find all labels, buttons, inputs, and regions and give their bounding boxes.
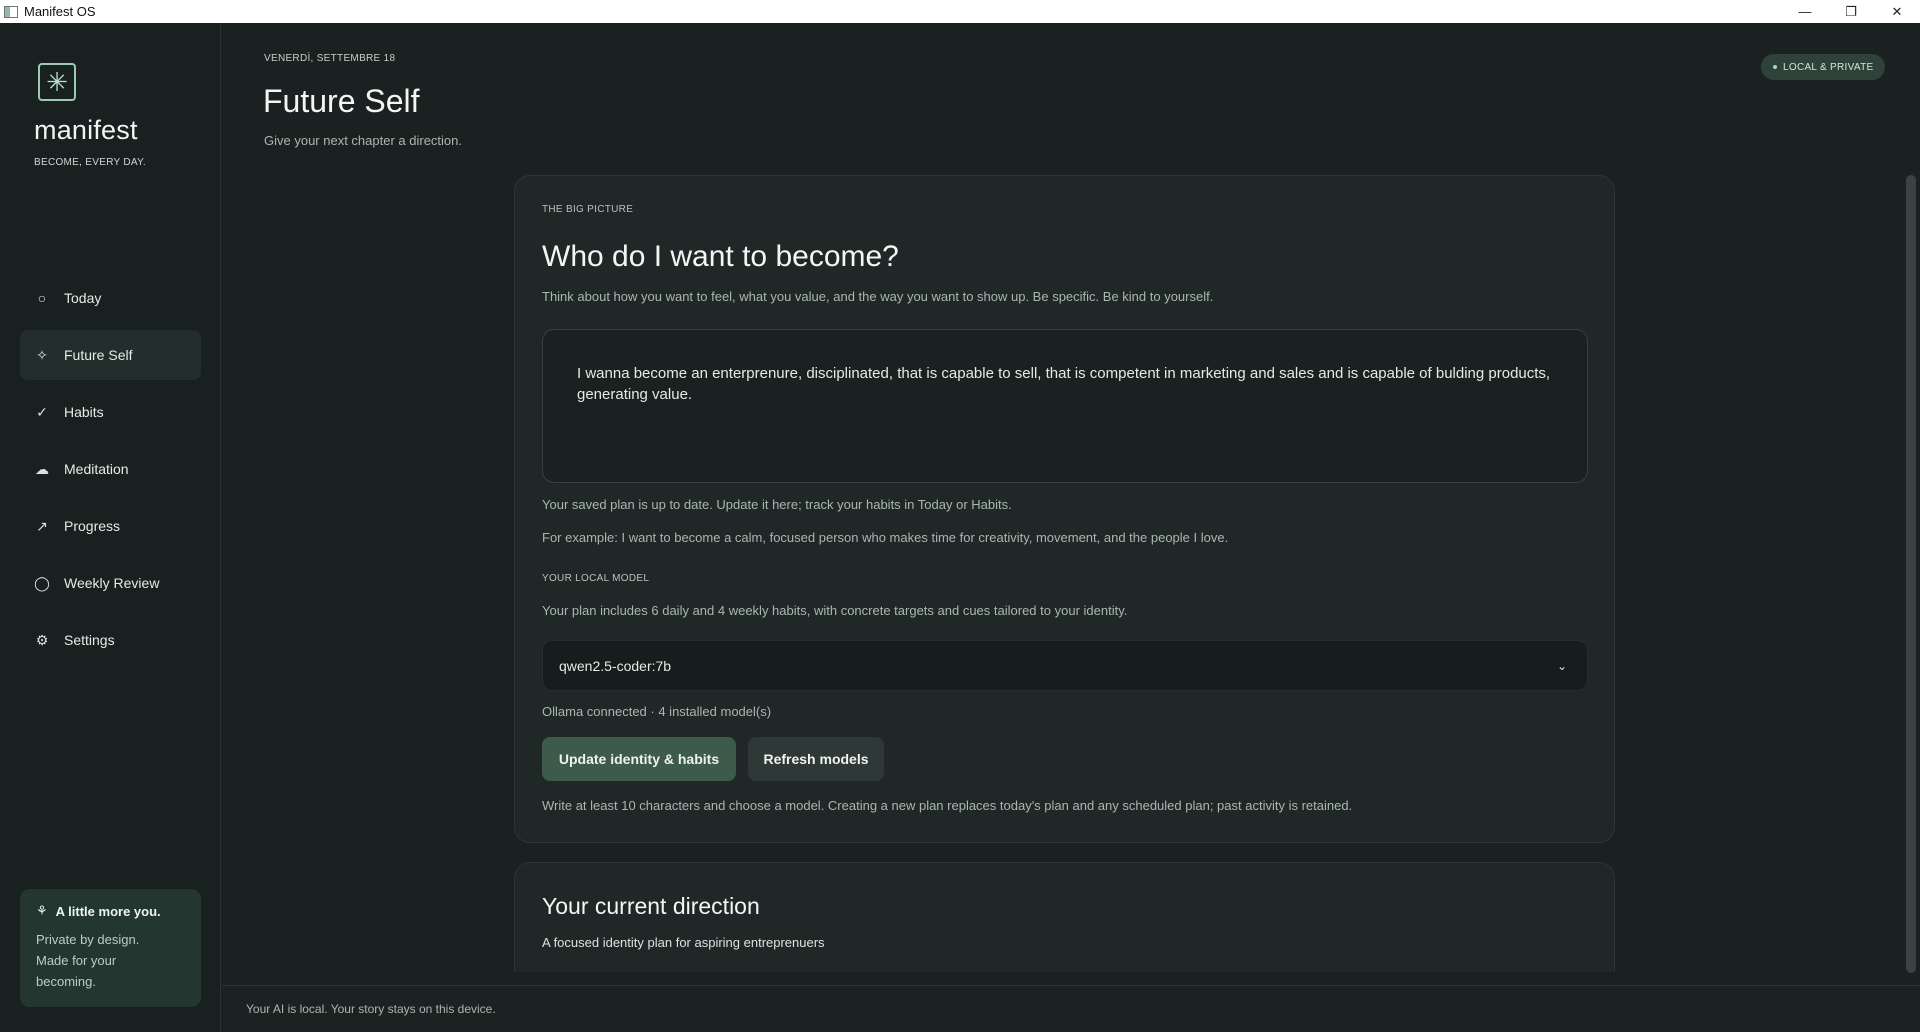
- sidebar-item-settings[interactable]: ⚙ Settings: [20, 615, 201, 665]
- promo-card: ⚘ A little more you. Private by design. …: [20, 889, 201, 1007]
- chevron-down-icon: ⌄: [1556, 659, 1567, 673]
- check-icon: ✓: [36, 403, 48, 420]
- model-section-label: YOUR LOCAL MODEL: [542, 573, 650, 584]
- page-title: Future Self: [263, 83, 420, 119]
- close-button[interactable]: ✕: [1874, 0, 1920, 23]
- sparkle-icon: ✧: [36, 346, 48, 363]
- plant-icon: ⚘: [36, 903, 48, 918]
- card-heading: Who do I want to become?: [542, 240, 899, 273]
- trend-arrow-icon: ↗: [36, 517, 48, 534]
- cloud-icon: ☁: [35, 460, 49, 477]
- sidebar: ✳ manifest BECOME, EVERY DAY. ○ Today ✧ …: [0, 23, 221, 1032]
- promo-title: A little more you.: [55, 903, 161, 919]
- connection-status: Ollama connected · 4 installed model(s): [542, 704, 772, 719]
- window-controls: — ❐ ✕: [1782, 0, 1920, 23]
- sidebar-item-label: Progress: [64, 518, 121, 534]
- promo-text: Private by design. Made for your becomin…: [36, 932, 140, 989]
- card-footnote: Write at least 10 characters and choose …: [542, 798, 1353, 813]
- direction-heading: Your current direction: [542, 893, 760, 919]
- scrollbar-thumb[interactable]: [1906, 175, 1916, 973]
- direction-card: Your current direction A focused identit…: [514, 862, 1615, 972]
- app-icon: [4, 5, 18, 18]
- privacy-badge: LOCAL & PRIVATE: [1761, 54, 1886, 80]
- status-dot-icon: [1773, 65, 1777, 69]
- refresh-models-button[interactable]: Refresh models: [748, 737, 884, 781]
- privacy-badge-label: LOCAL & PRIVATE: [1783, 61, 1874, 73]
- identity-textarea[interactable]: I wanna become an enterprenure, discipli…: [542, 329, 1588, 483]
- circle-icon: ○: [37, 290, 47, 306]
- sidebar-item-label: Today: [64, 290, 102, 306]
- sidebar-nav: ○ Today ✧ Future Self ✓ Habits ☁ Meditat…: [20, 273, 201, 672]
- sidebar-item-label: Future Self: [64, 347, 133, 363]
- sidebar-item-label: Habits: [64, 404, 104, 420]
- sparkle-icon: ✳: [38, 63, 76, 101]
- maximize-button[interactable]: ❐: [1828, 0, 1874, 23]
- ring-icon: ◯: [34, 574, 50, 591]
- sidebar-item-progress[interactable]: ↗ Progress: [20, 501, 201, 551]
- model-select[interactable]: qwen2.5-coder:7b ⌄: [542, 640, 1588, 691]
- model-select-value: qwen2.5-coder:7b: [559, 657, 672, 674]
- card-lead: Think about how you want to feel, what y…: [542, 289, 1214, 304]
- minimize-button[interactable]: —: [1782, 0, 1828, 23]
- plan-info: Your plan includes 6 daily and 4 weekly …: [542, 603, 1128, 618]
- sidebar-item-weekly-review[interactable]: ◯ Weekly Review: [20, 558, 201, 608]
- footer: Your AI is local. Your story stays on th…: [222, 985, 1920, 1032]
- window-title: Manifest OS: [24, 4, 96, 19]
- gear-icon: ⚙: [35, 631, 49, 648]
- window-titlebar: Manifest OS — ❐ ✕: [0, 0, 1920, 23]
- page-subtitle: Give your next chapter a direction.: [264, 133, 462, 148]
- example-note: For example: I want to become a calm, fo…: [542, 530, 1229, 545]
- identity-card: THE BIG PICTURE Who do I want to become?…: [514, 175, 1615, 843]
- sidebar-item-future-self[interactable]: ✧ Future Self: [20, 330, 201, 380]
- sidebar-item-label: Meditation: [64, 461, 129, 477]
- sidebar-item-label: Settings: [64, 632, 115, 648]
- card-eyebrow: THE BIG PICTURE: [542, 204, 634, 215]
- saved-plan-note: Your saved plan is up to date. Update it…: [542, 497, 1012, 512]
- sidebar-item-habits[interactable]: ✓ Habits: [20, 387, 201, 437]
- direction-subtitle: A focused identity plan for aspiring ent…: [542, 935, 825, 950]
- main-content: VENERDÌ, SETTEMBRE 18 Future Self Give y…: [222, 23, 1920, 1032]
- sidebar-item-meditation[interactable]: ☁ Meditation: [20, 444, 201, 494]
- current-date: VENERDÌ, SETTEMBRE 18: [264, 53, 396, 64]
- sidebar-item-today[interactable]: ○ Today: [20, 273, 201, 323]
- promo-title-row: ⚘ A little more you.: [36, 903, 185, 919]
- brand-tagline: BECOME, EVERY DAY.: [34, 157, 146, 168]
- brand-name: manifest: [34, 115, 138, 145]
- update-identity-button[interactable]: Update identity & habits: [542, 737, 736, 781]
- sidebar-item-label: Weekly Review: [64, 575, 160, 591]
- footer-text: Your AI is local. Your story stays on th…: [246, 1002, 496, 1016]
